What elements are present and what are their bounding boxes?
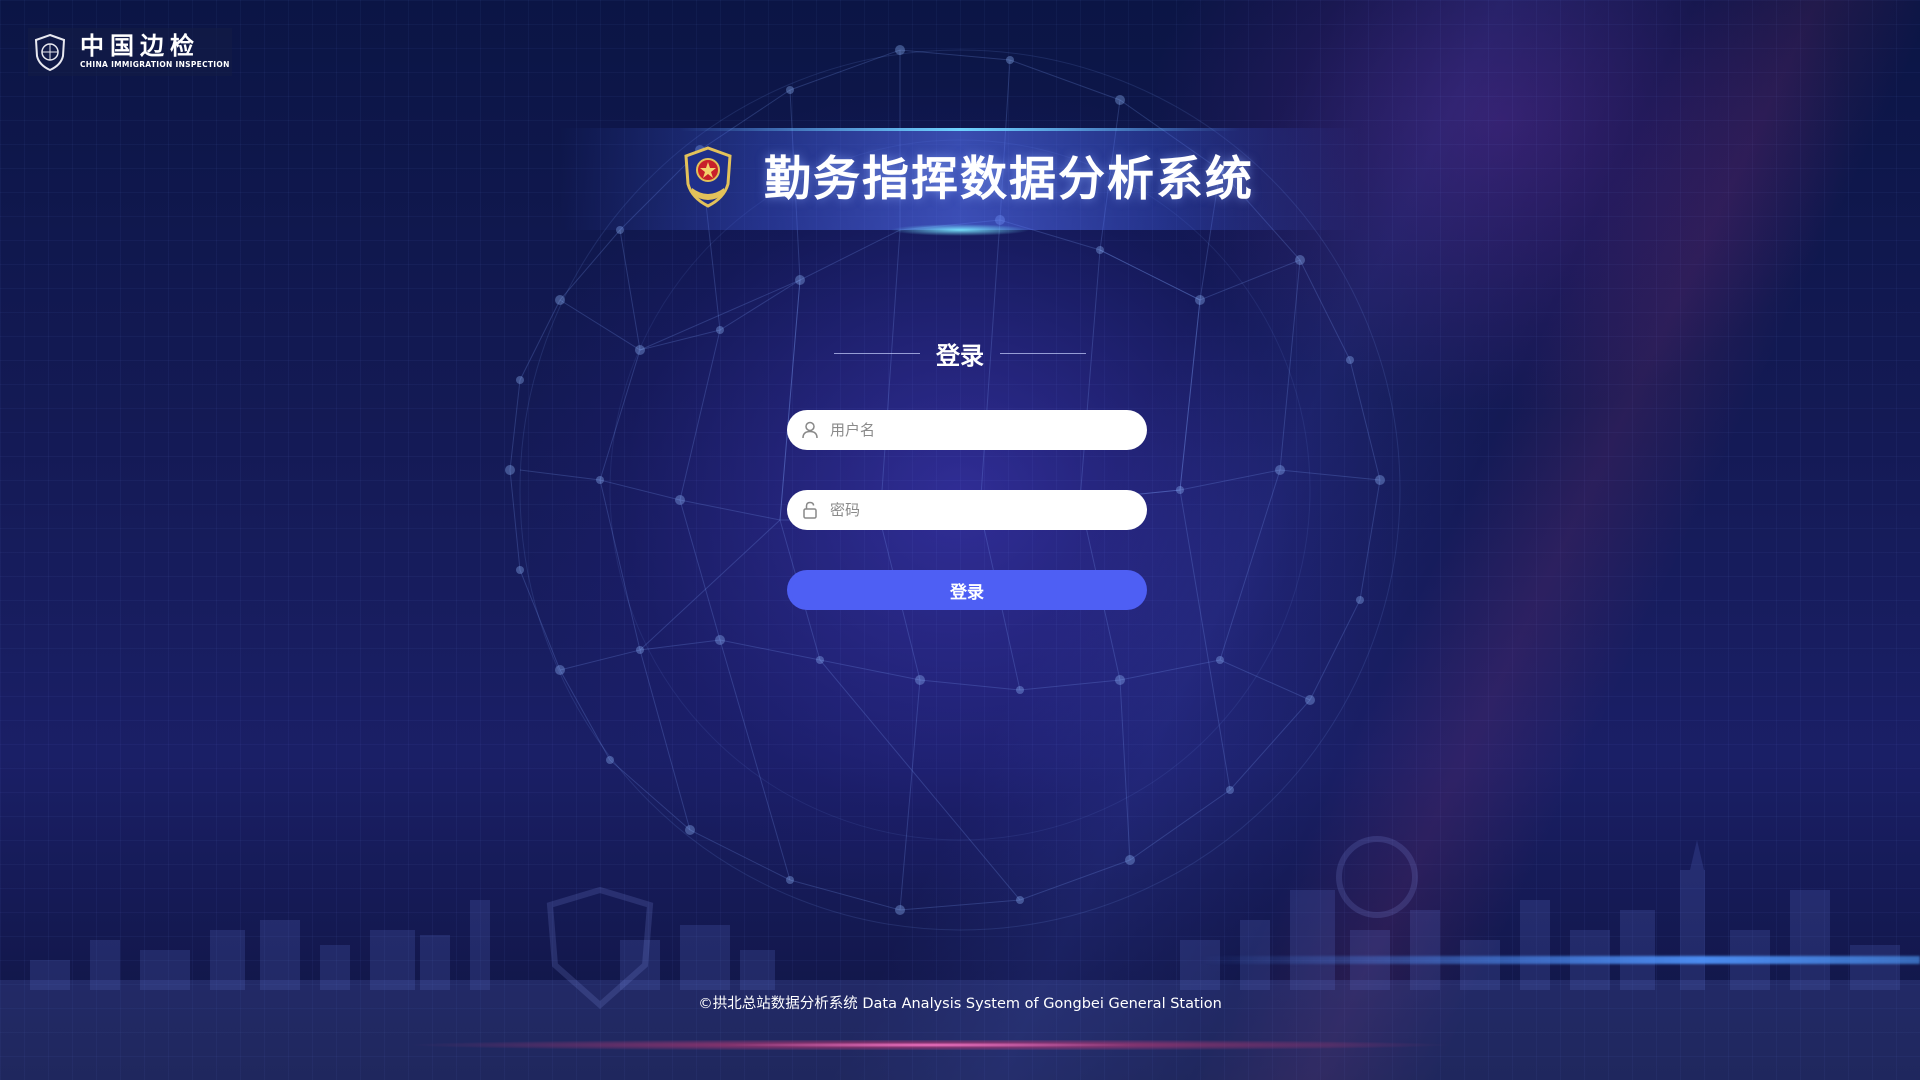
password-field[interactable] — [787, 490, 1147, 530]
brand-logo: 中国边检 CHINA IMMIGRATION INSPECTION — [28, 28, 232, 76]
accent-glow-right — [1200, 956, 1920, 964]
heading-divider-left — [834, 352, 920, 354]
login-button[interactable]: 登录 — [787, 570, 1147, 610]
brand-name-cn: 中国边检 — [80, 31, 200, 60]
password-input[interactable] — [828, 491, 1122, 529]
page-title: 勤务指挥数据分析系统 — [764, 152, 1254, 207]
heading-divider-right — [1000, 352, 1086, 354]
footer-copyright: ©拱北总站数据分析系统 Data Analysis System of Gong… — [698, 996, 1222, 1012]
login-heading: 登录 — [936, 341, 984, 370]
accent-glow-bottom — [0, 1040, 1920, 1050]
police-emblem-icon — [684, 146, 732, 208]
lock-icon — [803, 501, 817, 519]
user-icon — [802, 421, 818, 439]
brand-name-en: CHINA IMMIGRATION INSPECTION — [80, 60, 230, 69]
username-field[interactable] — [787, 410, 1147, 450]
immigration-emblem-icon — [34, 33, 66, 72]
username-input[interactable] — [828, 411, 1122, 449]
login-screen: 中国边检 CHINA IMMIGRATION INSPECTION 勤务指挥数据… — [0, 0, 1920, 1080]
login-heading-row: 登录 — [830, 336, 1090, 370]
